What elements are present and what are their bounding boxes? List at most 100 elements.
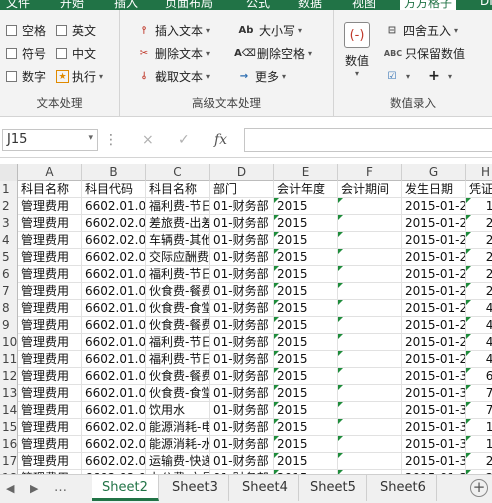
table-cell[interactable]: 01-财务部 — [210, 266, 274, 283]
tab-di[interactable]: DI — [480, 0, 492, 8]
edit-button[interactable]: ☑ ▾ — [384, 68, 411, 84]
table-cell[interactable]: 01-财务部 — [210, 453, 274, 470]
table-cell[interactable]: 2015-01-30 — [402, 419, 466, 436]
chevron-down-icon[interactable]: ▾ — [88, 133, 93, 143]
cancel-icon[interactable]: × — [142, 132, 154, 148]
table-cell[interactable]: 1 — [338, 402, 402, 419]
checkbox-chinese[interactable]: 中文 — [56, 45, 96, 62]
table-cell[interactable]: 6602.02.09 — [82, 419, 146, 436]
table-cell[interactable]: 6602.02.03 — [82, 453, 146, 470]
table-cell[interactable]: 6602.02.01 — [82, 215, 146, 232]
table-cell[interactable]: 6602.01.04 — [82, 198, 146, 215]
row-header[interactable]: 14 — [0, 402, 18, 419]
row-header[interactable]: 2 — [0, 198, 18, 215]
execute-button[interactable]: ★ 执行 ▾ — [56, 68, 103, 85]
tab-view[interactable]: 视图 — [352, 0, 376, 10]
table-cell[interactable]: 24 — [466, 283, 492, 300]
table-cell[interactable]: 2015 — [274, 249, 338, 266]
table-cell[interactable]: 6602.02.04 — [82, 249, 146, 266]
table-cell[interactable]: 2015-01-24 — [402, 283, 466, 300]
table-cell[interactable]: 1 — [338, 334, 402, 351]
add-sheet-button[interactable]: + — [470, 479, 488, 497]
row-header[interactable]: 8 — [0, 300, 18, 317]
column-header[interactable]: G — [402, 164, 466, 181]
column-header[interactable]: A — [18, 164, 82, 181]
table-cell[interactable]: 44 — [466, 334, 492, 351]
table-cell[interactable]: 能源消耗-水 — [146, 436, 210, 453]
table-cell[interactable]: 2015 — [274, 402, 338, 419]
row-header[interactable]: 16 — [0, 436, 18, 453]
table-cell[interactable]: 发生日期 — [402, 181, 466, 198]
row-header[interactable]: 7 — [0, 283, 18, 300]
table-cell[interactable]: 管理费用 — [18, 453, 82, 470]
table-cell[interactable]: 管理费用 — [18, 300, 82, 317]
table-cell[interactable]: 1 — [338, 419, 402, 436]
table-cell[interactable]: 44 — [466, 351, 492, 368]
table-cell[interactable]: 2015-01-29 — [402, 334, 466, 351]
table-cell[interactable]: 70 — [466, 385, 492, 402]
tab-insert[interactable]: 插入 — [114, 0, 138, 10]
tab-fangfanggezi[interactable]: 方方格子 — [400, 0, 457, 10]
table-cell[interactable]: 伙食费-餐费 — [146, 283, 210, 300]
table-cell[interactable]: 能源消耗-电 — [146, 419, 210, 436]
table-cell[interactable]: 01-财务部 — [210, 436, 274, 453]
table-cell[interactable]: 会计期间 — [338, 181, 402, 198]
table-cell[interactable]: 6602.01.04 — [82, 334, 146, 351]
table-cell[interactable]: 饮用水 — [146, 402, 210, 419]
table-cell[interactable]: 运输费-快递 — [146, 453, 210, 470]
table-cell[interactable]: 01-财务部 — [210, 283, 274, 300]
table-cell[interactable]: 6602.01.04 — [82, 283, 146, 300]
table-cell[interactable]: 6602.01.04 — [82, 300, 146, 317]
function-icon[interactable]: fx — [214, 132, 227, 148]
table-cell[interactable]: 2015 — [274, 368, 338, 385]
enter-icon[interactable]: ✓ — [178, 132, 190, 148]
table-cell[interactable]: 69 — [466, 368, 492, 385]
table-cell[interactable]: 科目代码 — [82, 181, 146, 198]
table-cell[interactable]: 1 — [338, 198, 402, 215]
table-cell[interactable]: 2015-01-21 — [402, 215, 466, 232]
row-header[interactable]: 3 — [0, 215, 18, 232]
table-cell[interactable]: 福利费-节日 — [146, 351, 210, 368]
table-cell[interactable]: 21 — [466, 249, 492, 266]
table-cell[interactable]: 6602.01.04 — [82, 402, 146, 419]
table-cell[interactable]: 2015-01-29 — [402, 300, 466, 317]
table-cell[interactable]: 管理费用 — [18, 283, 82, 300]
table-cell[interactable]: 差旅费-出差 — [146, 215, 210, 232]
table-cell[interactable]: 01-财务部 — [210, 402, 274, 419]
row-header[interactable]: 10 — [0, 334, 18, 351]
table-cell[interactable]: 管理费用 — [18, 317, 82, 334]
row-header[interactable]: 9 — [0, 317, 18, 334]
table-cell[interactable]: 1 — [338, 368, 402, 385]
more-sheets-icon[interactable]: … — [54, 480, 67, 495]
row-header[interactable]: 17 — [0, 453, 18, 470]
table-cell[interactable]: 凭证 — [466, 181, 492, 198]
sheet-tab[interactable]: Sheet6 — [370, 475, 437, 501]
table-cell[interactable]: 01-财务部 — [210, 198, 274, 215]
table-cell[interactable]: 6602.01.04 — [82, 317, 146, 334]
formula-input[interactable] — [244, 128, 492, 152]
table-cell[interactable]: 2015-01-23 — [402, 266, 466, 283]
table-cell[interactable]: 2015-01-31 — [402, 368, 466, 385]
table-cell[interactable]: 01-财务部 — [210, 317, 274, 334]
table-cell[interactable]: 管理费用 — [18, 198, 82, 215]
tab-page-layout[interactable]: 页面布局 — [165, 0, 213, 10]
table-cell[interactable]: 1 — [338, 385, 402, 402]
table-cell[interactable]: 1 — [338, 266, 402, 283]
table-cell[interactable]: 2015 — [274, 351, 338, 368]
select-all-corner[interactable] — [0, 164, 18, 181]
table-cell[interactable]: 6602.02.02 — [82, 232, 146, 249]
table-cell[interactable]: 01-财务部 — [210, 249, 274, 266]
table-cell[interactable]: 01-财务部 — [210, 351, 274, 368]
sheet-tab[interactable]: Sheet5 — [300, 475, 367, 501]
table-cell[interactable]: 2015-01-31 — [402, 385, 466, 402]
value-button[interactable]: (-) 数值 ▾ — [344, 22, 370, 78]
table-cell[interactable]: 01-财务部 — [210, 385, 274, 402]
table-cell[interactable]: 2015 — [274, 317, 338, 334]
table-cell[interactable]: 管理费用 — [18, 334, 82, 351]
table-cell[interactable]: 16 — [466, 419, 492, 436]
table-cell[interactable]: 管理费用 — [18, 232, 82, 249]
table-cell[interactable]: 41 — [466, 300, 492, 317]
table-cell[interactable]: 1 — [338, 300, 402, 317]
table-cell[interactable]: 部门 — [210, 181, 274, 198]
row-header[interactable]: 6 — [0, 266, 18, 283]
